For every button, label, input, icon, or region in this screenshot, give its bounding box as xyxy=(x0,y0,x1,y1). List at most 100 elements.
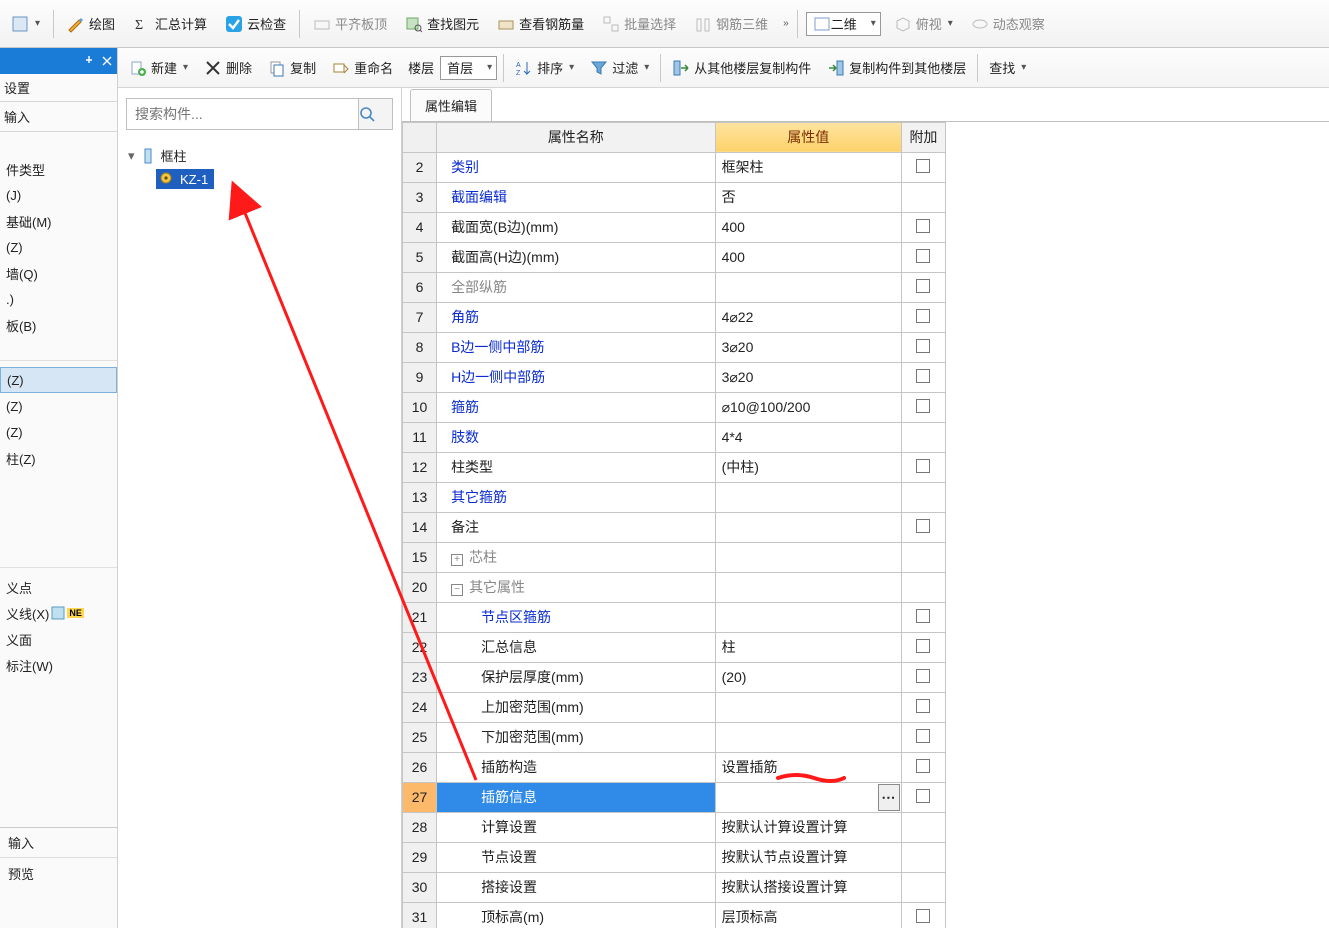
attach-cell[interactable] xyxy=(901,872,945,902)
property-value-cell[interactable]: 按默认节点设置计算 xyxy=(715,842,901,872)
attach-cell[interactable] xyxy=(901,602,945,632)
table-row[interactable]: 21节点区箍筋 xyxy=(403,602,946,632)
batch-select-button[interactable]: 批量选择 xyxy=(597,11,681,36)
attach-cell[interactable] xyxy=(901,212,945,242)
property-name-cell[interactable]: 插筋构造 xyxy=(437,752,716,782)
property-name-cell[interactable]: 保护层厚度(mm) xyxy=(437,662,716,692)
property-value-cell[interactable] xyxy=(715,602,901,632)
checkbox[interactable] xyxy=(916,519,930,533)
table-row[interactable]: 10箍筋⌀10@100/200 xyxy=(403,392,946,422)
attach-cell[interactable] xyxy=(901,902,945,928)
property-name-cell[interactable]: 角筋 xyxy=(437,302,716,332)
cloud-check-button[interactable]: 云检查 xyxy=(220,11,291,36)
sum-calc-button[interactable]: Σ 汇总计算 xyxy=(128,11,212,36)
left-item[interactable]: (Z) xyxy=(0,419,117,445)
property-name-cell[interactable]: 汇总信息 xyxy=(437,632,716,662)
close-icon[interactable] xyxy=(101,55,113,67)
property-value-cell[interactable] xyxy=(715,482,901,512)
property-name-cell[interactable]: 计算设置 xyxy=(437,812,716,842)
rebar-3d-button[interactable]: 钢筋三维 xyxy=(689,11,773,36)
table-row[interactable]: 11肢数4*4 xyxy=(403,422,946,452)
attach-cell[interactable] xyxy=(901,632,945,662)
property-name-cell[interactable]: B边一侧中部筋 xyxy=(437,332,716,362)
property-name-cell[interactable]: 截面宽(B边)(mm) xyxy=(437,212,716,242)
table-row[interactable]: 29节点设置按默认节点设置计算 xyxy=(403,842,946,872)
checkbox[interactable] xyxy=(916,909,930,923)
property-value-cell[interactable]: (20) xyxy=(715,662,901,692)
table-row[interactable]: 3截面编辑否 xyxy=(403,182,946,212)
checkbox[interactable] xyxy=(916,669,930,683)
sort-button[interactable]: AZ 排序 ▾ xyxy=(510,55,579,80)
left-item[interactable]: (Z) xyxy=(0,393,117,419)
attach-cell[interactable] xyxy=(901,782,945,812)
left-title-input[interactable]: 输入 xyxy=(0,102,117,132)
property-value-cell[interactable]: 4⌀22 xyxy=(715,302,901,332)
attach-cell[interactable] xyxy=(901,152,945,182)
table-row[interactable]: 4截面宽(B边)(mm)400 xyxy=(403,212,946,242)
table-row[interactable]: 12柱类型(中柱) xyxy=(403,452,946,482)
checkbox[interactable] xyxy=(916,219,930,233)
draw-button[interactable]: 绘图 xyxy=(62,11,120,36)
property-value-cell[interactable] xyxy=(715,542,901,572)
toolbar-left-group[interactable]: ▾ xyxy=(6,12,45,36)
dyn-observe-button[interactable]: 动态观察 xyxy=(966,11,1050,36)
property-name-cell[interactable]: 截面高(H边)(mm) xyxy=(437,242,716,272)
copy-button[interactable]: 复制 xyxy=(263,55,321,80)
checkbox[interactable] xyxy=(916,369,930,383)
col-header-value[interactable]: 属性值 xyxy=(715,122,901,152)
checkbox[interactable] xyxy=(916,279,930,293)
property-value-cell[interactable]: (中柱) xyxy=(715,452,901,482)
left-bottom-preview[interactable]: 预览 xyxy=(0,858,117,888)
table-row[interactable]: 27插筋信息⋯ xyxy=(403,782,946,812)
property-value-cell[interactable]: 柱 xyxy=(715,632,901,662)
delete-button[interactable]: 删除 xyxy=(199,55,257,80)
property-name-cell[interactable]: H边一侧中部筋 xyxy=(437,362,716,392)
attach-cell[interactable] xyxy=(901,692,945,722)
table-row[interactable]: 14备注 xyxy=(403,512,946,542)
property-name-cell[interactable]: 上加密范围(mm) xyxy=(437,692,716,722)
attach-cell[interactable] xyxy=(901,512,945,542)
attach-cell[interactable] xyxy=(901,842,945,872)
left-title-settings[interactable]: 设置 xyxy=(0,74,117,102)
property-value-cell[interactable]: 400 xyxy=(715,242,901,272)
property-value-cell[interactable]: 400 xyxy=(715,212,901,242)
table-row[interactable]: 24上加密范围(mm) xyxy=(403,692,946,722)
checkbox[interactable] xyxy=(916,309,930,323)
overlook-button[interactable]: 俯视 ▾ xyxy=(889,11,958,36)
property-name-cell[interactable]: 类别 xyxy=(437,152,716,182)
floor-combo[interactable]: 首层 ▾ xyxy=(440,56,497,80)
col-header-name[interactable]: 属性名称 xyxy=(437,122,716,152)
left-item[interactable]: 义点 xyxy=(0,574,117,600)
table-row[interactable]: 9H边一侧中部筋3⌀20 xyxy=(403,362,946,392)
table-row[interactable]: 5截面高(H边)(mm)400 xyxy=(403,242,946,272)
property-name-cell[interactable]: 箍筋 xyxy=(437,392,716,422)
left-item[interactable]: 义线(X) NE xyxy=(0,600,117,626)
checkbox[interactable] xyxy=(916,459,930,473)
left-item[interactable]: 基础(M) xyxy=(0,208,117,234)
left-item[interactable]: 件类型 xyxy=(0,156,117,182)
table-row[interactable]: 31顶标高(m)层顶标高 xyxy=(403,902,946,928)
property-value-cell[interactable]: 按默认搭接设置计算 xyxy=(715,872,901,902)
collapse-icon[interactable]: − xyxy=(451,584,463,596)
new-button[interactable]: 新建 ▾ xyxy=(124,55,193,80)
property-value-cell[interactable] xyxy=(715,512,901,542)
checkbox[interactable] xyxy=(916,789,930,803)
attach-cell[interactable] xyxy=(901,332,945,362)
property-name-cell[interactable]: 插筋信息 xyxy=(437,782,716,812)
table-row[interactable]: 2类别框架柱 xyxy=(403,152,946,182)
property-value-cell[interactable] xyxy=(715,722,901,752)
property-value-cell[interactable]: 3⌀20 xyxy=(715,332,901,362)
attach-cell[interactable] xyxy=(901,302,945,332)
property-name-cell[interactable]: 备注 xyxy=(437,512,716,542)
property-name-cell[interactable]: 节点设置 xyxy=(437,842,716,872)
property-name-cell[interactable]: 其它箍筋 xyxy=(437,482,716,512)
table-row[interactable]: 15+芯柱 xyxy=(403,542,946,572)
attach-cell[interactable] xyxy=(901,542,945,572)
view-rebar-qty-button[interactable]: 查看钢筋量 xyxy=(492,11,589,36)
attach-cell[interactable] xyxy=(901,722,945,752)
align-slab-top-button[interactable]: 平齐板顶 xyxy=(308,11,392,36)
property-value-cell[interactable]: 框架柱 xyxy=(715,152,901,182)
attach-cell[interactable] xyxy=(901,662,945,692)
attach-cell[interactable] xyxy=(901,572,945,602)
property-name-cell[interactable]: 肢数 xyxy=(437,422,716,452)
